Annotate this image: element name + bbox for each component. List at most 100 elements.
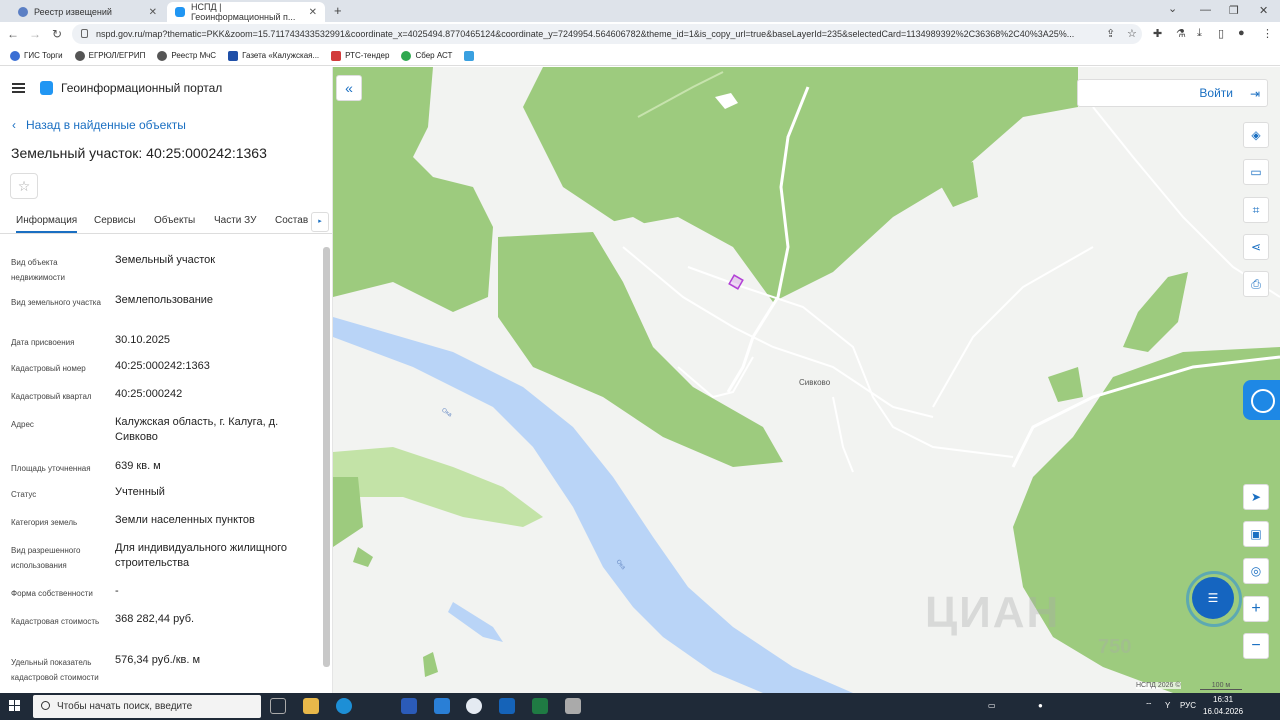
area-select-button[interactable]: ⌗ [1243, 197, 1269, 223]
search-icon [41, 701, 50, 710]
bookmark-label: Газета «Калужская... [242, 51, 320, 60]
bookmark-egrul[interactable]: ЕГРЮЛ/ЕГРИП [74, 50, 146, 61]
close-icon[interactable]: ✕ [149, 7, 157, 18]
layers-button[interactable]: ◈ [1243, 122, 1269, 148]
clock-date: 16.04.2026 [1203, 707, 1244, 716]
bookmark-gis-torgi[interactable]: ГИС Торги [10, 50, 63, 61]
login-button[interactable]: Войти [1077, 79, 1268, 107]
map-canvas[interactable]: Сивково Ока Ока ЦИАН 750 НСПД 2026 © 100… [333, 67, 1280, 693]
language-indicator[interactable]: РУС [1180, 701, 1196, 710]
ruler-button[interactable]: ▭ [1243, 159, 1269, 185]
info-label: Дата присвоения [11, 338, 75, 347]
tab-information[interactable]: Информация [16, 215, 78, 233]
word-icon[interactable] [401, 698, 417, 714]
tabs-scroll-right-icon[interactable]: ▸ [311, 212, 329, 232]
clock-time: 16:31 [1213, 695, 1234, 704]
edge-browser-icon[interactable] [336, 698, 352, 714]
side-panel-icon[interactable]: ▯ [1218, 27, 1224, 40]
browser-tab-bar: Реестр извещений ✕ НСПД | Геоинформацион… [0, 0, 1280, 22]
minimap-button[interactable]: ▣ [1243, 521, 1269, 547]
support-chat-badge[interactable] [1243, 380, 1280, 420]
info-value: Калужская область, г. Калуга, д. Сивково [115, 416, 279, 443]
collapse-panel-button[interactable]: « [336, 75, 362, 101]
bookmark-label: РТС-тендер [345, 51, 390, 60]
bookmark-icon [331, 50, 342, 61]
bookmark-rts-tender[interactable]: РТС-тендер [331, 50, 390, 61]
minimize-button[interactable]: — [1200, 4, 1211, 16]
info-label: Кадастровая стоимость [11, 617, 100, 626]
favorite-star-icon[interactable]: ☆ [10, 173, 38, 199]
app-icon[interactable] [565, 698, 581, 714]
chat-button[interactable]: ☰ [1192, 577, 1234, 619]
chrome-icon[interactable] [466, 698, 482, 714]
window-close-button[interactable]: ✕ [1259, 4, 1268, 17]
info-label: Кадастровый квартал [11, 392, 92, 401]
info-value: Учтенный [115, 486, 165, 498]
zoom-out-button[interactable]: − [1243, 633, 1269, 659]
object-info-sidebar: Геоинформационный портал ‹ Назад в найде… [0, 67, 333, 693]
wifi-icon[interactable]: ⌔ [1145, 701, 1153, 711]
url-text: nspd.gov.ru/map?thematic=PKK&zoom=15.711… [96, 29, 1075, 39]
bookmark-reestr-mchs[interactable]: Реестр МчС [157, 50, 216, 61]
portal-title: Геоинформационный портал [61, 81, 223, 95]
forward-button[interactable]: → [24, 27, 46, 41]
info-value: 40:25:000242:1363 [115, 360, 210, 372]
close-icon[interactable]: ✕ [309, 7, 317, 18]
geolocation-button[interactable]: ◎ [1243, 558, 1269, 584]
info-value: Земли населенных пунктов [115, 514, 255, 526]
hamburger-menu-icon[interactable] [12, 83, 25, 93]
watermark-number: 750 [1098, 636, 1132, 658]
file-explorer-icon[interactable] [303, 698, 319, 714]
info-label: Удельный показатель кадастровой стоимост… [11, 658, 99, 682]
tab-favicon-icon [175, 7, 185, 17]
new-tab-button[interactable]: + [334, 3, 342, 18]
bookmark-icon [464, 50, 475, 61]
back-button[interactable]: ← [2, 27, 24, 41]
bookmark-icon [74, 50, 85, 61]
browser-menu-icon[interactable]: ⋮ [1262, 27, 1273, 40]
info-label: Вид земельного участка [11, 298, 101, 307]
info-value: 576,34 руб./кв. м [115, 654, 201, 666]
tab-objects[interactable]: Объекты [154, 215, 195, 226]
profile-avatar-icon[interactable]: ● [1238, 27, 1245, 39]
mail-icon[interactable] [434, 698, 450, 714]
bookmark-label: ЕГРЮЛ/ЕГРИП [88, 51, 146, 60]
sidebar-scrollbar[interactable] [323, 247, 330, 667]
bookmark-nspd[interactable] [464, 50, 478, 61]
zoom-in-button[interactable]: + [1243, 596, 1269, 622]
windows-start-icon[interactable] [9, 700, 21, 712]
url-field[interactable]: nspd.gov.ru/map?thematic=PKK&zoom=15.711… [72, 24, 1142, 44]
tab-composition[interactable]: Состав [275, 215, 308, 226]
excel-icon[interactable] [532, 698, 548, 714]
task-view-icon[interactable] [270, 698, 286, 714]
bookmark-star-icon[interactable]: ☆ [1127, 27, 1137, 40]
tab-parts[interactable]: Части ЗУ [214, 215, 256, 226]
bookmark-gazeta[interactable]: Газета «Калужская... [228, 50, 320, 61]
info-value: Земельный участок [115, 254, 216, 266]
tray-app-icon[interactable]: ● [1038, 701, 1043, 710]
tab-services[interactable]: Сервисы [94, 215, 135, 226]
back-to-results-link[interactable]: ‹ Назад в найденные объекты [12, 118, 186, 132]
bookmark-sber-ast[interactable]: Сбер АСТ [401, 50, 452, 61]
lab-icon[interactable]: ⚗ [1176, 27, 1186, 40]
browser-tab-nspd[interactable]: НСПД | Геоинформационный п... ✕ [167, 2, 325, 22]
reload-button[interactable]: ↻ [46, 27, 68, 41]
download-icon[interactable]: ⤓ [1197, 27, 1202, 40]
bookmark-icon [10, 50, 20, 61]
locate-button[interactable]: ➤ [1243, 484, 1269, 510]
taskbar-clock[interactable]: 16:31 16.04.2026 [1203, 694, 1243, 718]
restore-button[interactable]: ❐ [1229, 4, 1239, 17]
browser-tab-registry[interactable]: Реестр извещений ✕ [10, 2, 165, 22]
login-icon: ⇥ [1250, 87, 1261, 101]
taskbar-search-input[interactable]: Чтобы начать поиск, введите [33, 695, 261, 718]
share-button[interactable]: ⋖ [1243, 234, 1269, 260]
yandex-icon[interactable]: Y [1165, 701, 1170, 710]
tray-app-icon[interactable]: ▭ [988, 701, 996, 710]
print-button[interactable]: ⎙ [1243, 271, 1269, 297]
tab-search-icon[interactable]: ⌄ [1168, 2, 1177, 15]
info-value: 30.10.2025 [115, 334, 171, 346]
extensions-icon[interactable]: ✚ [1153, 27, 1162, 40]
outlook-icon[interactable] [499, 698, 515, 714]
info-value: 40:25:000242 [115, 388, 183, 400]
share-icon[interactable]: ⇪ [1106, 27, 1115, 40]
